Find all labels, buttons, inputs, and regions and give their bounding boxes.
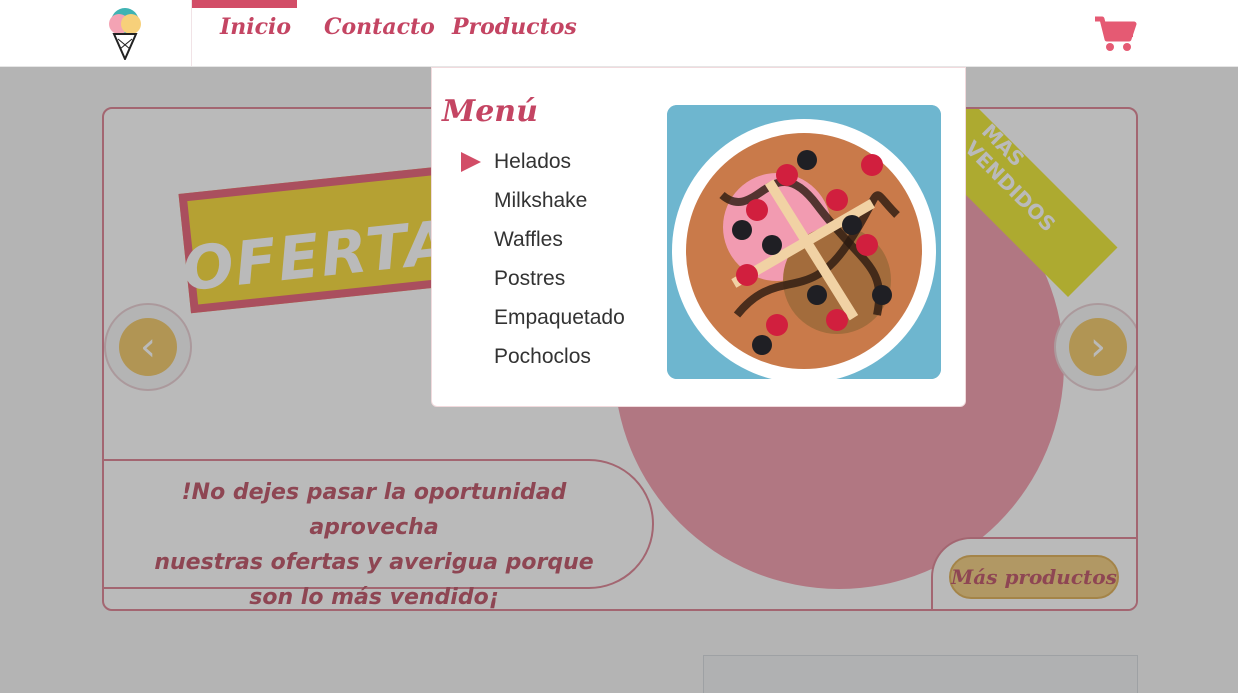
triangle-right-icon xyxy=(461,152,481,172)
menu-item-label: Milkshake xyxy=(494,189,588,212)
top-header: Inicio Contacto Productos xyxy=(0,0,1238,67)
ice-cream-logo-icon[interactable] xyxy=(100,4,150,62)
nav-divider xyxy=(191,0,192,66)
menu-item-label: Postres xyxy=(494,267,566,290)
menu-item-label: Helados xyxy=(494,150,572,173)
menu-item-empaquetado[interactable]: Empaquetado xyxy=(494,306,625,345)
nav-productos[interactable]: Productos xyxy=(452,14,577,54)
nav-contacto[interactable]: Contacto xyxy=(324,14,435,54)
menu-item-label: Pochoclos xyxy=(494,345,591,368)
menu-title: Menú xyxy=(442,94,538,129)
menu-list: Helados Milkshake Waffles Postres Empaqu… xyxy=(461,150,625,384)
products-dropdown: Menú Helados Milkshake Waffles Postres E… xyxy=(431,67,966,407)
menu-item-label: Empaquetado xyxy=(494,306,625,329)
menu-item-pochoclos[interactable]: Pochoclos xyxy=(494,345,625,384)
helados-preview-image xyxy=(667,105,941,379)
menu-item-label: Waffles xyxy=(494,228,563,251)
menu-item-waffles[interactable]: Waffles xyxy=(494,228,625,267)
menu-item-milkshake[interactable]: Milkshake xyxy=(494,189,625,228)
menu-item-helados[interactable]: Helados xyxy=(461,150,625,189)
menu-item-postres[interactable]: Postres xyxy=(494,267,625,306)
shopping-cart-icon[interactable] xyxy=(1093,13,1137,53)
nav-inicio[interactable]: Inicio xyxy=(191,0,298,54)
